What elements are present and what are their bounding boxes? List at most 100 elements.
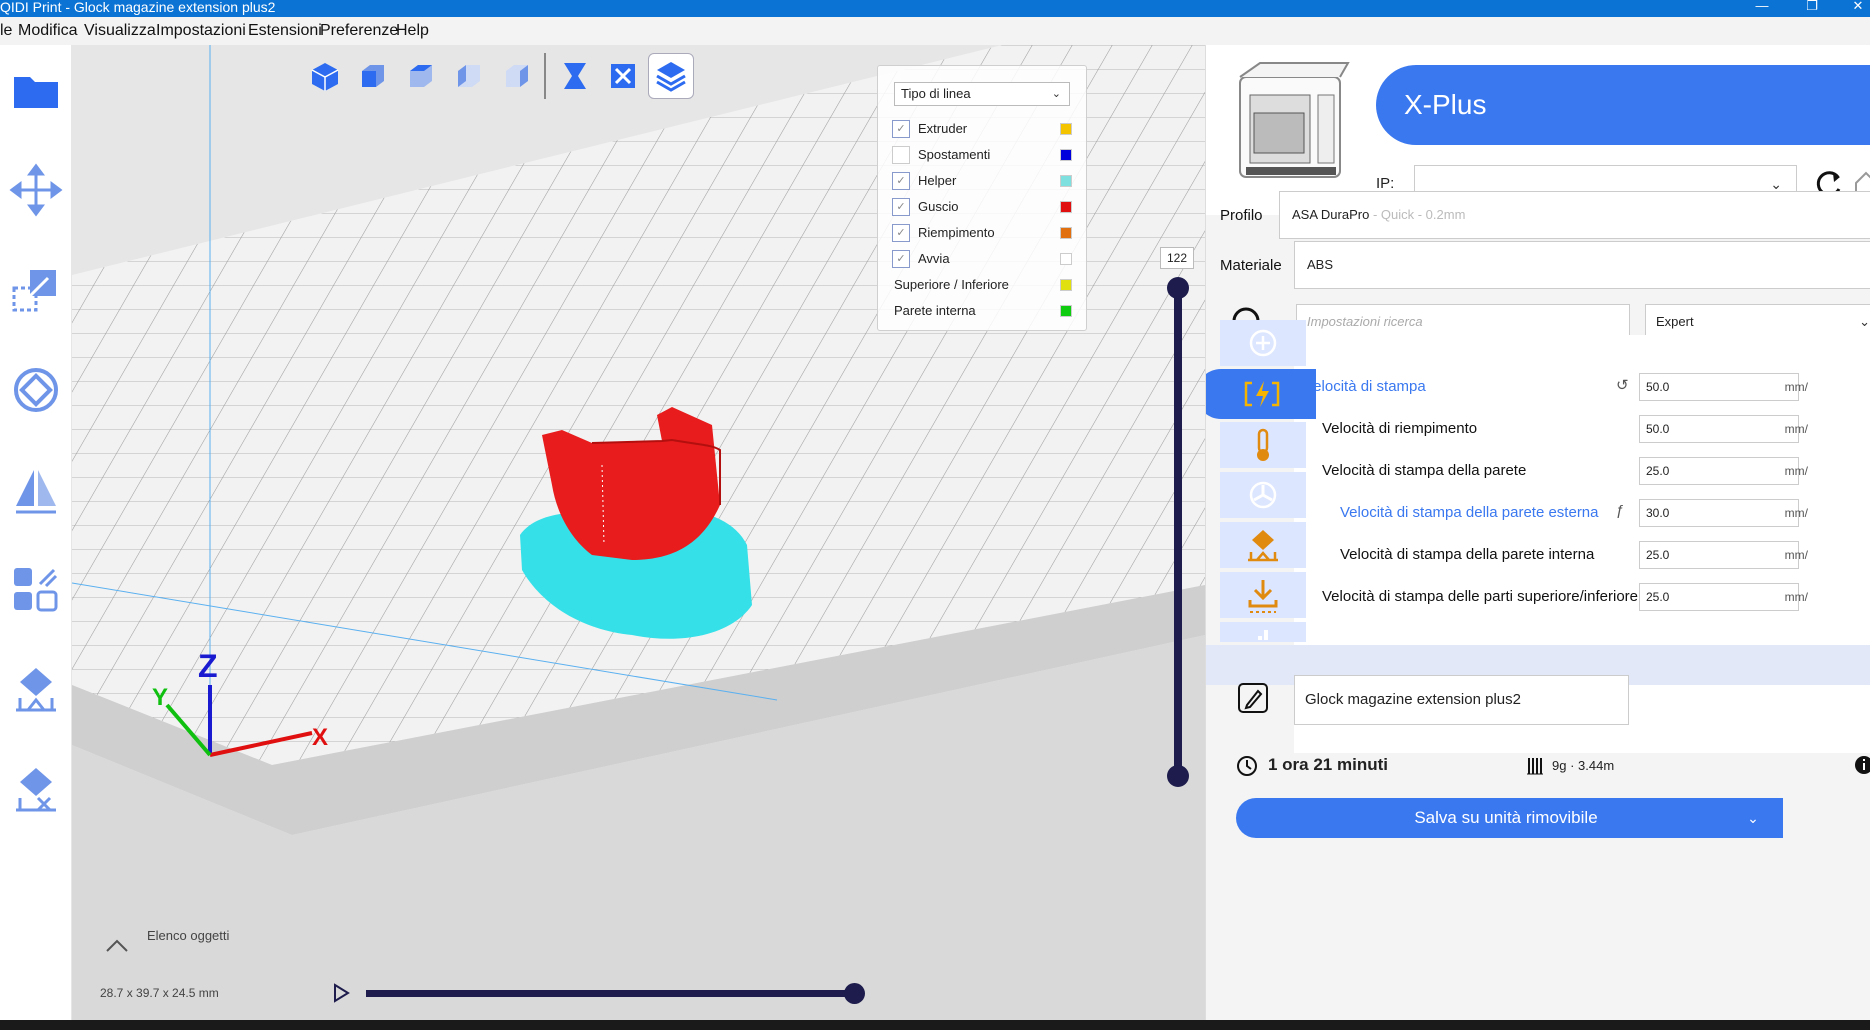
view-toolbar [302, 53, 702, 99]
chevron-down-icon: ⌄ [1051, 88, 1061, 100]
material-select[interactable]: ABS ⌄ [1294, 241, 1870, 289]
minimize-icon[interactable]: — [1742, 0, 1782, 17]
close-icon[interactable]: ✕ [1838, 0, 1870, 17]
adhesion-icon[interactable] [1220, 572, 1306, 618]
cooling-icon[interactable] [1220, 472, 1306, 518]
per-model-settings-icon[interactable] [8, 562, 64, 618]
profile-select[interactable]: ASA DuraPro - Quick - 0.2mm ⌄ [1279, 191, 1870, 239]
setting-value-input[interactable]: 50.0 mm/ [1639, 415, 1808, 443]
function-icon[interactable]: ƒ [1616, 502, 1624, 519]
top-view-icon[interactable] [398, 53, 444, 99]
window-title: QIDI Print - Glock magazine extension pl… [0, 0, 276, 15]
print-time: 1 ora 21 minuti [1268, 755, 1388, 774]
setting-row-label: Velocità di stampa della parete esterna [1340, 504, 1599, 521]
3d-view-icon[interactable] [302, 53, 348, 99]
setting-value-input[interactable]: 50.0 mm/ [1639, 373, 1808, 401]
speed-icon[interactable] [1206, 369, 1316, 419]
reset-icon[interactable]: ↺ [1616, 376, 1629, 394]
setting-row-label: Velocità di riempimento [1322, 420, 1478, 437]
3d-viewport[interactable]: Z Y X Tipo di linea ⌄ ✓ Extruder Spostamen… [72, 45, 1205, 1020]
layer-slider-bottom-handle[interactable] [1167, 765, 1189, 787]
menu-view[interactable]: Visualizza [84, 22, 156, 40]
add-icon[interactable] [1220, 320, 1306, 366]
object-list-label[interactable]: Elenco oggetti [147, 928, 229, 943]
simulation-slider-track[interactable] [366, 990, 856, 997]
settings-panel: X-Plus IP: ⌄ Profilo ASA DuraPro - Quick… [1205, 45, 1870, 1020]
setting-value-input[interactable]: 25.0 mm/ [1639, 541, 1808, 569]
close-view-icon[interactable] [600, 53, 646, 99]
folder-icon[interactable] [8, 63, 64, 119]
simulation-slider-handle[interactable] [844, 983, 865, 1004]
setting-value: 25.0 [1646, 464, 1670, 478]
legend-item-extruder[interactable]: ✓ Extruder [892, 118, 1072, 140]
line-type-dropdown[interactable]: Tipo di linea ⌄ [894, 82, 1070, 106]
menu-extensions[interactable]: Estensioni [248, 22, 322, 40]
setting-value-input[interactable]: 30.0 mm/ [1639, 499, 1808, 527]
legend-item-riempimento[interactable]: ✓ Riempimento [892, 222, 1072, 244]
legend-checkbox[interactable]: ✓ [892, 224, 910, 242]
legend-label: Helper [918, 173, 957, 188]
left-toolbar [0, 45, 72, 1020]
setting-unit: mm/ [1784, 422, 1808, 436]
left-view-icon[interactable] [446, 53, 492, 99]
job-name-input[interactable]: Glock magazine extension plus2 [1294, 675, 1629, 725]
material-usage: 9g · 3.44m [1552, 758, 1615, 773]
setting-row-label: Velocità di stampa delle parti superiore… [1322, 588, 1639, 605]
mirror-icon[interactable] [8, 462, 64, 518]
layer-view-icon[interactable] [648, 53, 694, 99]
visibility-mode-value: Expert [1656, 314, 1694, 329]
save-to-removable-button[interactable]: Salva su unità rimovibile [1236, 798, 1776, 838]
move-icon[interactable] [8, 162, 64, 218]
support-icon[interactable] [1220, 522, 1306, 568]
info-icon[interactable] [1854, 755, 1870, 775]
maximize-icon[interactable]: ❐ [1792, 0, 1832, 17]
printer-name[interactable]: X-Plus [1376, 65, 1870, 145]
menu-settings[interactable]: Impostazioni [156, 22, 246, 40]
legend-checkbox[interactable]: ✓ [892, 172, 910, 190]
layer-slider-top-handle[interactable] [1167, 277, 1189, 299]
scale-icon[interactable] [8, 262, 64, 318]
taskbar [0, 1020, 1870, 1030]
legend-item-guscio[interactable]: ✓ Guscio [892, 196, 1072, 218]
save-options-dropdown[interactable]: ⌄ [1723, 798, 1783, 838]
setting-value-input[interactable]: 25.0 mm/ [1639, 457, 1808, 485]
legend-checkbox[interactable] [892, 146, 910, 164]
play-icon[interactable] [330, 982, 352, 1004]
remove-support-icon[interactable] [8, 762, 64, 818]
z-axis-label: Z [198, 648, 218, 684]
setting-row-label: Velocità di stampa della parete [1322, 462, 1527, 479]
legend-checkbox[interactable]: ✓ [892, 198, 910, 216]
menu-preferences[interactable]: Preferenze [320, 22, 398, 40]
legend-color-swatch [1060, 175, 1072, 187]
support-blocker-icon[interactable] [8, 662, 64, 718]
front-view-icon[interactable] [350, 53, 396, 99]
menu-edit[interactable]: Modifica [18, 22, 78, 40]
menu-bar: le Modifica Visualizza Impostazioni Este… [0, 17, 1870, 45]
legend-label: Superiore / Inferiore [894, 277, 1009, 292]
x-axis-label: X [312, 724, 328, 751]
profile-label: Profilo [1220, 207, 1263, 224]
legend-color-swatch [1060, 305, 1072, 317]
legend-item-helper[interactable]: ✓ Helper [892, 170, 1072, 192]
legend-item-spostamenti[interactable]: Spostamenti [892, 144, 1072, 166]
setting-value-input[interactable]: 25.0 mm/ [1639, 583, 1808, 611]
chevron-up-icon[interactable] [104, 936, 130, 954]
legend-label: Parete interna [894, 303, 976, 318]
menu-file[interactable]: le [0, 22, 12, 40]
rotate-icon[interactable] [8, 362, 64, 418]
profile-quality: - Quick - 0.2mm [1369, 207, 1466, 222]
legend-label: Spostamenti [918, 147, 991, 162]
legend-item-avvia[interactable]: ✓ Avvia [892, 248, 1072, 270]
menu-help[interactable]: Help [396, 22, 429, 40]
xray-view-icon[interactable] [552, 53, 598, 99]
right-view-icon[interactable] [494, 53, 540, 99]
legend-checkbox[interactable]: ✓ [892, 250, 910, 268]
legend-checkbox[interactable]: ✓ [892, 120, 910, 138]
printer-image [1239, 62, 1350, 178]
model-dimensions: 28.7 x 39.7 x 24.5 mm [100, 986, 219, 1000]
legend-item-parete-interna: Parete interna [892, 300, 1072, 322]
layer-number-input[interactable]: 122 [1160, 247, 1194, 269]
layer-slider-track[interactable] [1174, 287, 1182, 777]
temperature-icon[interactable] [1220, 422, 1306, 468]
more-icon[interactable] [1220, 622, 1306, 642]
